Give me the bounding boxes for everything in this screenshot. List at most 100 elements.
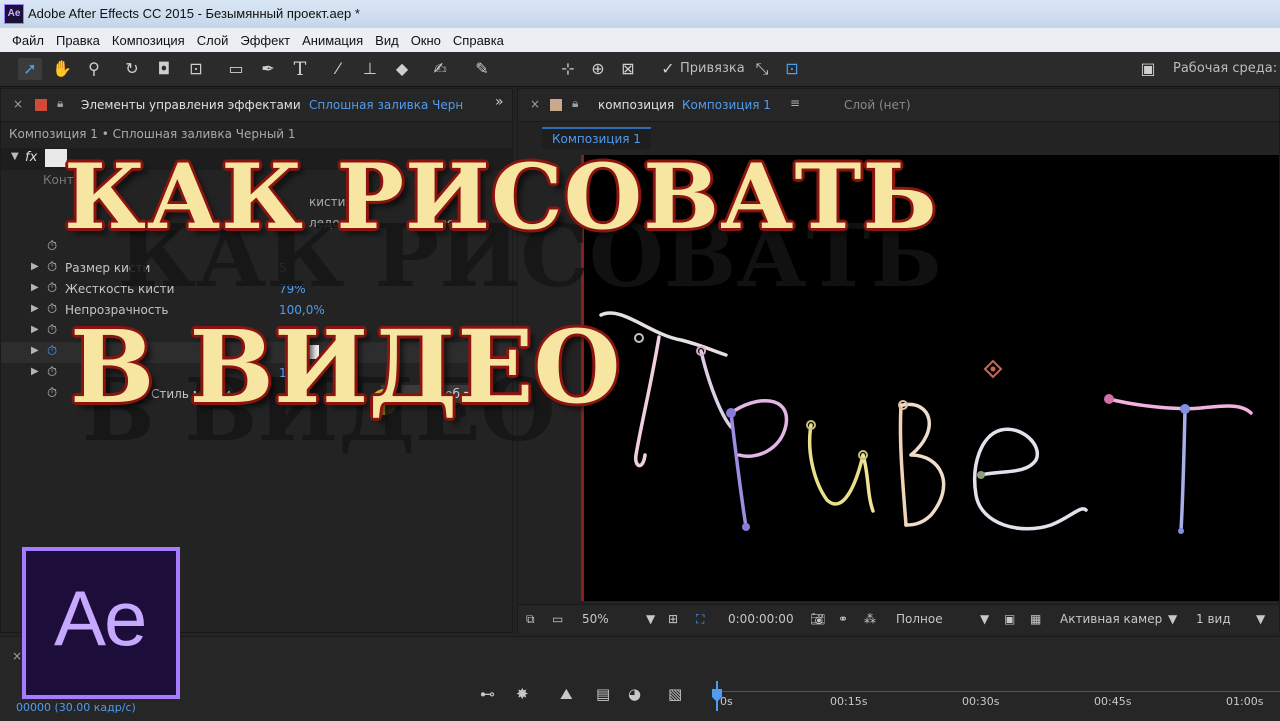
menu-file[interactable]: Файл	[8, 33, 52, 48]
roto-brush-tool-icon[interactable]: ✍	[428, 58, 452, 80]
overlay-title-line2: В ВИДЕО	[70, 308, 621, 426]
stopwatch-icon[interactable]: ⏱	[47, 386, 57, 401]
layer-tab[interactable]: Слой (нет)	[844, 98, 911, 112]
puppet-pin-tool-icon[interactable]: ✎	[470, 58, 494, 80]
timeline-timecode[interactable]: 00000 (30.00 кадр/с)	[16, 701, 136, 714]
expand-triangle-icon[interactable]: ▶	[31, 324, 39, 335]
menu-layer[interactable]: Слой	[193, 33, 237, 48]
effect-controls-tab[interactable]: × 🔒︎ Элементы управления эффектами Сплош…	[1, 89, 512, 122]
resolution-dropdown[interactable]: Полное	[896, 612, 943, 626]
expand-triangle-icon[interactable]: ▶	[31, 303, 39, 314]
current-timecode[interactable]: 0:00:00:00	[728, 612, 794, 626]
world-axis-icon[interactable]: ⊕	[586, 58, 610, 80]
close-icon[interactable]: ×	[13, 97, 23, 111]
fit-icon[interactable]: ⊞	[668, 612, 678, 626]
menu-composition[interactable]: Композиция	[108, 33, 193, 48]
shy-layers-icon[interactable]: ⛰	[560, 685, 573, 703]
hand-tool-icon[interactable]: ✋	[50, 58, 74, 80]
selection-tool-icon[interactable]: ➚	[18, 58, 42, 80]
view-axis-icon[interactable]: ⊠	[616, 58, 640, 80]
menu-bar: Файл Правка Композиция Слой Эффект Анима…	[0, 28, 1280, 52]
dropdown-arrow-icon[interactable]: ▼	[980, 612, 989, 626]
expand-triangle-icon[interactable]: ▶	[31, 282, 39, 293]
expand-triangle-icon[interactable]: ▼	[11, 151, 19, 162]
draft-3d-icon[interactable]: ✸	[516, 685, 529, 703]
close-icon[interactable]: ×	[12, 649, 22, 663]
views-dropdown[interactable]: 1 вид	[1196, 612, 1231, 626]
playhead[interactable]	[712, 681, 722, 711]
safe-zones-icon[interactable]: ⛶	[696, 612, 704, 627]
effect-controls-tab-title[interactable]: Элементы управления эффектами	[81, 98, 301, 112]
expand-triangle-icon[interactable]: ▶	[31, 345, 39, 356]
composition-tab-name[interactable]: Композиция 1	[682, 98, 771, 112]
expand-triangle-icon[interactable]: ▶	[31, 261, 39, 272]
timeline-panel: × 00000 (30.00 кадр/с) ⊷ ✸ ⛰ ▤ ◕ ▧ 0s 00…	[0, 636, 1280, 721]
menu-effect[interactable]: Эффект	[236, 33, 298, 48]
stopwatch-icon[interactable]: ⏱	[47, 302, 57, 317]
lock-icon[interactable]: 🔒︎	[57, 96, 63, 111]
toolbar: ➚ ✋ ⚲ ↻ ◘ ⊡ ▭ ✒ T ⁄ ⊥ ◆ ✍ ✎ ⊹ ⊕ ⊠ ✓ Прив…	[0, 52, 1280, 87]
channels-icon[interactable]: ⁂	[864, 612, 876, 626]
type-tool-icon[interactable]: T	[288, 58, 312, 80]
stopwatch-icon[interactable]: ⏱	[47, 260, 57, 275]
snap-extend-icon[interactable]: ⊡	[780, 58, 804, 80]
frame-blending-icon[interactable]: ▤	[596, 685, 610, 703]
composition-footer: ⧉ ▭ 50% ▼ ⊞ ⛶ 0:00:00:00 📷︎ ⚭ ⁂ Полное ▼…	[518, 604, 1279, 633]
time-ruler[interactable]: 0s 00:15s 00:30s 00:45s 01:00s	[712, 691, 1280, 721]
ruler-line	[712, 691, 1280, 692]
snap-label[interactable]: Привязка	[680, 61, 745, 76]
ruler-tick: 00:30s	[962, 695, 1000, 708]
monitor-icon[interactable]: ▭	[552, 612, 563, 626]
dropdown-arrow-icon[interactable]: ▼	[646, 612, 655, 626]
brush-tool-icon[interactable]: ⁄	[326, 58, 350, 80]
composition-tab[interactable]: × 🔒︎ композиция Композиция 1 ≡ Слой (нет…	[518, 89, 1279, 122]
workspace-toggle-icon[interactable]: ▣	[1136, 58, 1160, 80]
clone-stamp-tool-icon[interactable]: ⊥	[358, 58, 382, 80]
snapshot-icon[interactable]: 📷︎	[810, 612, 825, 626]
menu-window[interactable]: Окно	[407, 33, 449, 48]
camera-dropdown[interactable]: Активная камер	[1060, 612, 1162, 626]
stopwatch-icon[interactable]: ⏱	[47, 344, 57, 359]
local-axis-icon[interactable]: ⊹	[556, 58, 580, 80]
pen-tool-icon[interactable]: ✒	[256, 58, 280, 80]
effect-controls-tab-layer[interactable]: Сплошная заливка Черн	[309, 98, 464, 112]
dropdown-arrow-icon[interactable]: ▼	[1168, 612, 1177, 626]
snap-checkbox-icon[interactable]: ✓	[656, 58, 680, 80]
graph-editor-icon[interactable]: ▧	[668, 685, 682, 703]
menu-edit[interactable]: Правка	[52, 33, 108, 48]
ruler-tick: 00:15s	[830, 695, 868, 708]
zoom-value: 50%	[582, 612, 609, 626]
workspace-label[interactable]: Рабочая среда:	[1173, 61, 1277, 76]
lock-icon[interactable]: 🔒︎	[572, 96, 578, 111]
panel-menu-icon[interactable]: ≡	[790, 96, 800, 110]
app-icon: Ae	[4, 4, 24, 24]
show-snapshot-icon[interactable]: ⚭	[838, 612, 848, 626]
panel-overflow-icon[interactable]: »	[495, 94, 504, 110]
region-of-interest-icon[interactable]: ▣	[1004, 612, 1015, 626]
fx-icon[interactable]: fx	[25, 150, 37, 165]
pan-behind-tool-icon[interactable]: ⊡	[184, 58, 208, 80]
dropdown-arrow-icon[interactable]: ▼	[1256, 612, 1265, 626]
rotate-tool-icon[interactable]: ↻	[120, 58, 144, 80]
transparency-grid-icon[interactable]: ▦	[1030, 612, 1041, 626]
zoom-tool-icon[interactable]: ⚲	[82, 58, 106, 80]
composition-tab-label[interactable]: композиция	[598, 98, 674, 112]
close-icon[interactable]: ×	[530, 97, 540, 111]
always-preview-icon[interactable]: ⧉	[526, 612, 535, 627]
snap-options-icon[interactable]: ⤡	[750, 58, 774, 80]
stopwatch-icon[interactable]: ⏱	[47, 365, 57, 380]
menu-help[interactable]: Справка	[449, 33, 512, 48]
stopwatch-icon[interactable]: ⏱	[47, 281, 57, 296]
expand-triangle-icon[interactable]: ▶	[31, 366, 39, 377]
composition-flowchart-icon[interactable]: ⊷	[480, 685, 495, 703]
camera-tool-icon[interactable]: ◘	[152, 58, 176, 80]
zoom-dropdown[interactable]: 50%	[582, 612, 609, 626]
menu-animation[interactable]: Анимация	[298, 33, 371, 48]
menu-view[interactable]: Вид	[371, 33, 407, 48]
rectangle-tool-icon[interactable]: ▭	[224, 58, 248, 80]
window-title: Adobe After Effects CC 2015 - Безымянный…	[28, 6, 360, 21]
stopwatch-icon[interactable]: ⏱	[47, 323, 57, 338]
motion-blur-icon[interactable]: ◕	[628, 685, 641, 703]
stopwatch-icon[interactable]: ⏱	[47, 239, 57, 254]
eraser-tool-icon[interactable]: ◆	[390, 58, 414, 80]
